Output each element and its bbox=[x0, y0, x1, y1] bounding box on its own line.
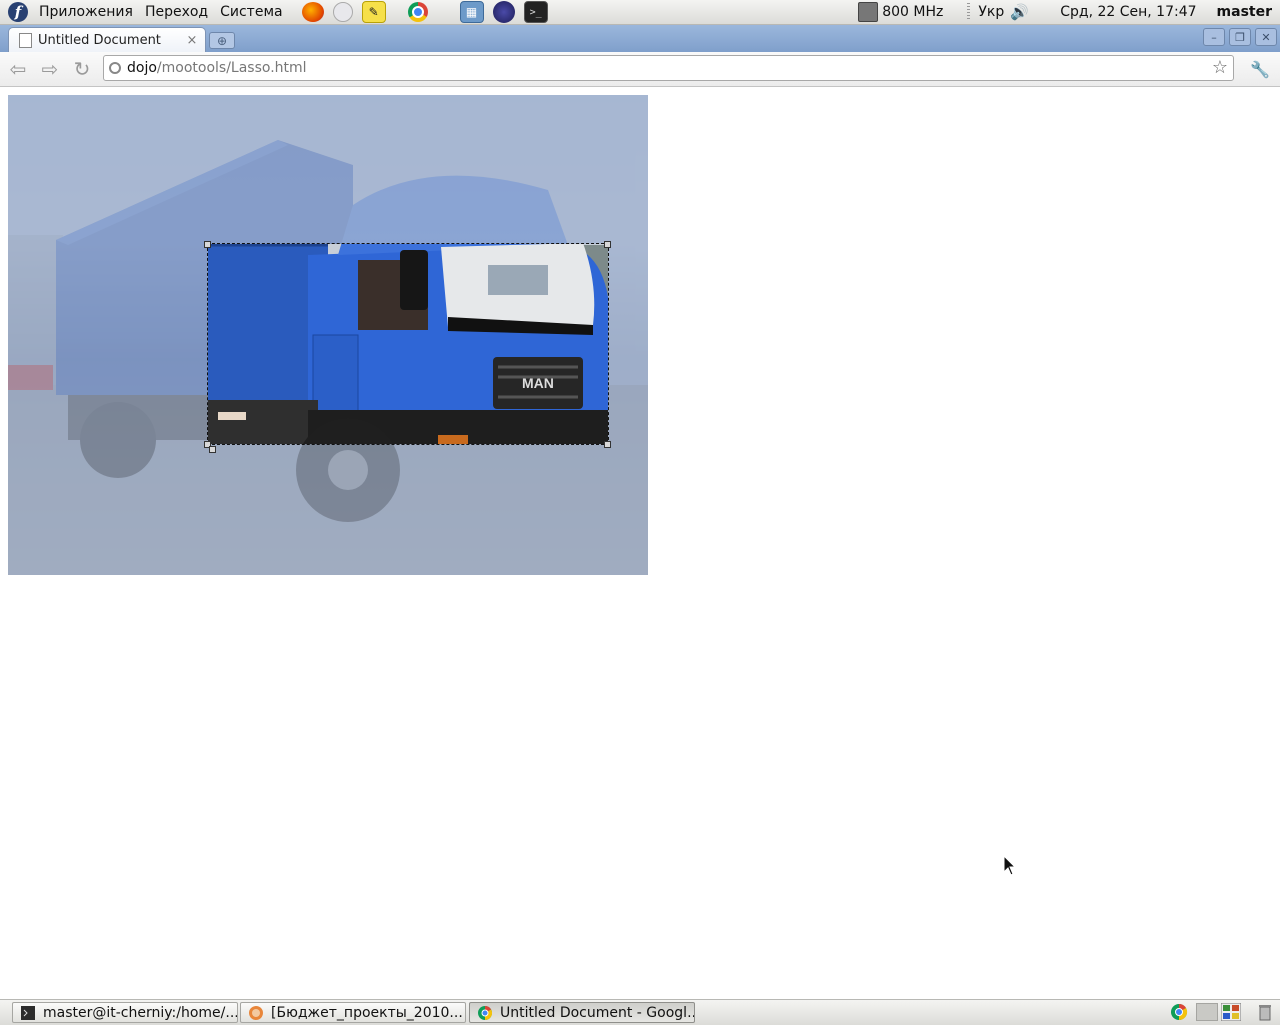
chrome-icon[interactable] bbox=[407, 2, 428, 22]
browser-toolbar: ⇦ ⇨ ↻ dojo/mootools/Lasso.html ☆ 🔧 bbox=[0, 52, 1280, 87]
color-settings-icon[interactable] bbox=[1221, 1003, 1241, 1021]
task-terminal[interactable]: master@it-cherniy:/home/... bbox=[12, 1002, 238, 1023]
back-icon[interactable]: ⇦ bbox=[6, 57, 30, 81]
truck-badge: MAN bbox=[522, 375, 554, 391]
clock[interactable]: Срд, 22 Сен, 17:47 bbox=[1060, 4, 1196, 20]
firefox-icon bbox=[249, 1005, 263, 1020]
eclipse-icon[interactable] bbox=[492, 1, 515, 23]
url-host: dojo bbox=[127, 60, 157, 76]
task-label: master@it-cherniy:/home/... bbox=[43, 1004, 238, 1021]
notes-icon[interactable]: ✎ bbox=[361, 1, 386, 23]
truck-photo[interactable]: MAN bbox=[8, 95, 648, 575]
task-label: [Бюджет_проекты_2010... bbox=[271, 1004, 463, 1021]
firefox-icon[interactable] bbox=[301, 2, 324, 22]
user-menu[interactable]: master bbox=[1217, 4, 1272, 20]
close-window-button[interactable]: ✕ bbox=[1255, 28, 1277, 46]
bookmark-star-icon[interactable]: ☆ bbox=[1212, 57, 1228, 78]
resize-handle-top-left[interactable] bbox=[204, 241, 211, 248]
lasso-selection[interactable]: MAN bbox=[207, 243, 609, 445]
task-firefox[interactable]: [Бюджет_проекты_2010... bbox=[240, 1002, 466, 1023]
resize-handle-bottom-right[interactable] bbox=[604, 441, 611, 448]
wrench-menu-icon[interactable]: 🔧 bbox=[1248, 57, 1272, 81]
document-icon bbox=[19, 33, 32, 48]
menu-system[interactable]: Система bbox=[217, 4, 285, 20]
task-chrome[interactable]: Untitled Document - Googl... bbox=[469, 1002, 695, 1023]
forward-icon[interactable]: ⇨ bbox=[38, 57, 62, 81]
cpu-frequency[interactable]: 800 MHz bbox=[882, 4, 943, 20]
photo-selected-region: MAN bbox=[208, 244, 608, 444]
menu-places[interactable]: Переход bbox=[142, 4, 211, 20]
volume-icon[interactable]: 🔊 bbox=[1010, 3, 1032, 21]
fedora-logo-icon[interactable]: f bbox=[8, 2, 28, 22]
tab-title: Untitled Document bbox=[38, 33, 161, 48]
workspace-switcher[interactable] bbox=[1196, 1003, 1218, 1021]
mail-icon[interactable] bbox=[332, 2, 353, 22]
terminal-icon bbox=[21, 1005, 35, 1020]
minimize-button[interactable]: – bbox=[1203, 28, 1225, 46]
address-bar[interactable]: dojo/mootools/Lasso.html ☆ bbox=[103, 55, 1234, 81]
resize-handle-top-right[interactable] bbox=[604, 241, 611, 248]
page-content: MAN bbox=[0, 87, 1280, 999]
trash-icon[interactable] bbox=[1256, 1003, 1274, 1021]
url-path: /mootools/Lasso.html bbox=[156, 60, 307, 76]
tab-strip: Untitled Document × ⊕ bbox=[0, 25, 1280, 53]
maximize-button[interactable]: ❐ bbox=[1229, 28, 1251, 46]
bottom-panel: master@it-cherniy:/home/... [Бюджет_прое… bbox=[0, 999, 1280, 1025]
keyboard-layout[interactable]: Укр bbox=[978, 4, 1004, 20]
page-info-icon[interactable] bbox=[109, 62, 121, 74]
chrome-icon bbox=[478, 1005, 492, 1020]
chrome-icon[interactable] bbox=[1170, 1003, 1188, 1021]
panel-separator bbox=[967, 3, 971, 21]
tab-close-icon[interactable]: × bbox=[185, 33, 199, 48]
reload-icon[interactable]: ↻ bbox=[70, 57, 94, 81]
mouse-pointer-icon bbox=[1003, 855, 1017, 876]
resize-handle-bottom-left-inner[interactable] bbox=[209, 446, 216, 453]
menu-applications[interactable]: Приложения bbox=[36, 4, 136, 20]
top-panel: f Приложения Переход Система ✎ ▦ >_ 800 … bbox=[0, 0, 1280, 25]
cpu-frequency-icon bbox=[858, 2, 879, 22]
terminal-icon[interactable]: >_ bbox=[523, 1, 548, 23]
tab-untitled-document[interactable]: Untitled Document × bbox=[8, 27, 206, 53]
new-tab-button[interactable]: ⊕ bbox=[209, 32, 235, 49]
system-monitor-icon[interactable]: ▦ bbox=[459, 1, 484, 23]
task-label: Untitled Document - Googl... bbox=[500, 1004, 695, 1021]
